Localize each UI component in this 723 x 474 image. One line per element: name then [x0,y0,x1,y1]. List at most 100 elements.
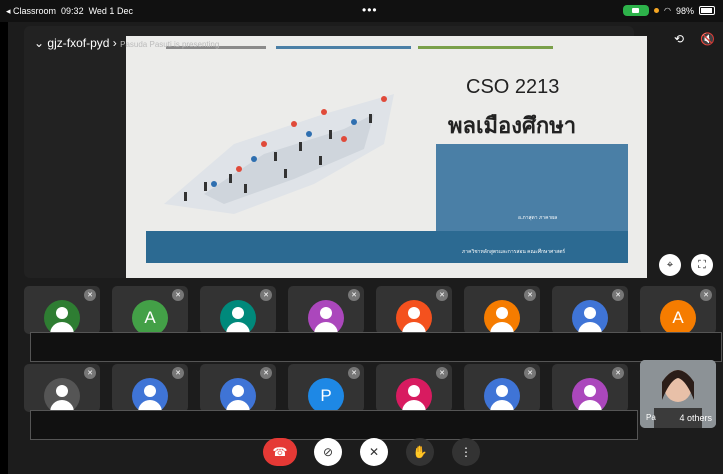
participant-tile[interactable]: ✕ [112,364,188,412]
slide-course-code: CSO 2213 [466,76,560,98]
presentation-tile[interactable]: CSO 2213 พลเมืองศึกษา อ.ภาสุดา ภาคาผล ภา… [24,26,647,278]
back-to-app-link[interactable]: ◂ Classroom [6,6,56,16]
others-count[interactable]: 4 others [679,413,712,423]
participant-tile[interactable]: ✕ [24,286,100,334]
avatar-head [496,307,508,319]
avatar [396,378,432,412]
chevron-right-icon: › [112,36,117,50]
raise-hand-button[interactable]: ✋ [406,438,434,466]
mic-off-icon: ✕ [84,367,96,379]
mic-off-icon: ✕ [524,367,536,379]
camera-toggle-button[interactable]: ⊘ [314,438,342,466]
mic-off-icon: ✕ [84,289,96,301]
slide-author: อ.ภาสุดา ภาคาผล [518,215,558,221]
mic-off-icon: ✕ [436,289,448,301]
participant-tile[interactable]: A ✕ [112,286,188,334]
avatar-head [408,307,420,319]
self-video-tile[interactable]: Pa 4 others [640,360,716,428]
end-call-icon: ☎ [272,445,288,459]
mic-off-icon: ✕ [436,367,448,379]
avatar [220,300,256,334]
mic-toggle-button[interactable]: ✕ [360,438,388,466]
wifi-icon: ◠ [664,6,671,15]
avatar [484,378,520,412]
avatar [44,300,80,334]
participant-tile[interactable]: ✕ [200,364,276,412]
participant-tile[interactable]: ✕ [376,364,452,412]
avatar [396,300,432,334]
avatar [572,378,608,412]
presenter-overlay: Pasuda Pasuti is presenting [120,40,220,49]
slide-title: พลเมืองศึกษา [448,113,577,138]
avatar: P [308,378,344,412]
multitask-dots[interactable]: ••• [362,3,378,17]
camera-in-use-icon [623,5,649,16]
avatar [484,300,520,334]
mic-off-icon: ✕ [612,289,624,301]
fullscreen-button[interactable]: ⛶ [691,254,713,276]
avatar-head [584,307,596,319]
participant-tile[interactable]: ✕ [552,286,628,334]
mic-in-use-icon [654,8,659,13]
participant-tile[interactable]: ✕ [552,364,628,412]
meeting-screen: CSO 2213 พลเมืองศึกษา อ.ภาสุดา ภาคาผล ภา… [8,22,723,474]
mic-off-icon: ✕ [700,289,712,301]
presentation-slide: CSO 2213 พลเมืองศึกษา อ.ภาสุดา ภาคาผล ภา… [126,36,647,278]
slide-blue-band [146,231,628,263]
status-date: Wed 1 Dec [88,6,133,16]
participant-tile[interactable]: P ✕ [288,364,364,412]
status-bar: ◂ Classroom 09:32 Wed 1 Dec ••• ◠ 98% [0,0,723,22]
participant-tile[interactable]: A ✕ [640,286,716,334]
participant-tile[interactable]: ✕ [288,286,364,334]
avatar [132,378,168,412]
avatar-head [56,385,68,397]
avatar [44,378,80,412]
avatar-head [496,385,508,397]
video-off-icon: ⊘ [322,445,334,459]
avatar [308,300,344,334]
people-map-illustration [164,94,394,214]
mic-off-icon: ✕ [348,367,360,379]
chevron-down-icon[interactable]: ⌄ [34,36,44,50]
battery-percent: 98% [675,5,694,16]
status-time: 09:32 [61,6,84,16]
slide-department: ภาควิชาหลักสูตรและการสอน คณะศึกษาศาสตร์ [462,249,566,255]
mic-off-icon: ✕ [368,445,380,459]
avatar-head [56,307,68,319]
avatar [220,378,256,412]
end-call-button[interactable]: ☎ [263,438,297,466]
avatar-head [232,307,244,319]
avatar-head [320,307,332,319]
slide-bar-blue [276,46,411,49]
mic-off-icon: ✕ [260,289,272,301]
meeting-code[interactable]: gjz-fxof-pyd [47,36,109,50]
status-bar-right: ◠ 98% [623,5,715,16]
status-bar-left: ◂ Classroom 09:32 Wed 1 Dec [6,6,133,17]
mic-off-icon: ✕ [612,367,624,379]
meeting-code-header[interactable]: ⌄ gjz-fxof-pyd › Pasuda Pasuti is presen… [34,36,219,50]
participant-tile[interactable]: ✕ [24,364,100,412]
avatar-head [144,385,156,397]
participant-tile[interactable]: ✕ [376,286,452,334]
more-options-button[interactable]: ⋮ [452,438,480,466]
participant-tile[interactable]: ✕ [200,286,276,334]
fullscreen-icon: ⛶ [698,258,706,271]
speaker-off-icon[interactable]: 🔇 [700,32,715,46]
avatar-head [584,385,596,397]
participant-tile[interactable]: ✕ [464,364,540,412]
participant-tile[interactable]: ✕ [464,286,540,334]
pin-button[interactable]: ⌖ [659,254,681,276]
self-name-label: Pa [646,413,656,422]
mic-off-icon: ✕ [524,289,536,301]
mic-off-icon: ✕ [260,367,272,379]
slide-bar-green [418,46,553,49]
avatar: A [132,300,168,334]
pin-icon: ⌖ [666,258,674,271]
camera-switch-icon[interactable]: ⟲ [674,32,688,46]
avatar-head [408,385,420,397]
avatar-head [232,385,244,397]
mic-off-icon: ✕ [348,289,360,301]
avatar [572,300,608,334]
battery-icon [699,6,715,15]
more-vertical-icon: ⋮ [460,445,472,459]
